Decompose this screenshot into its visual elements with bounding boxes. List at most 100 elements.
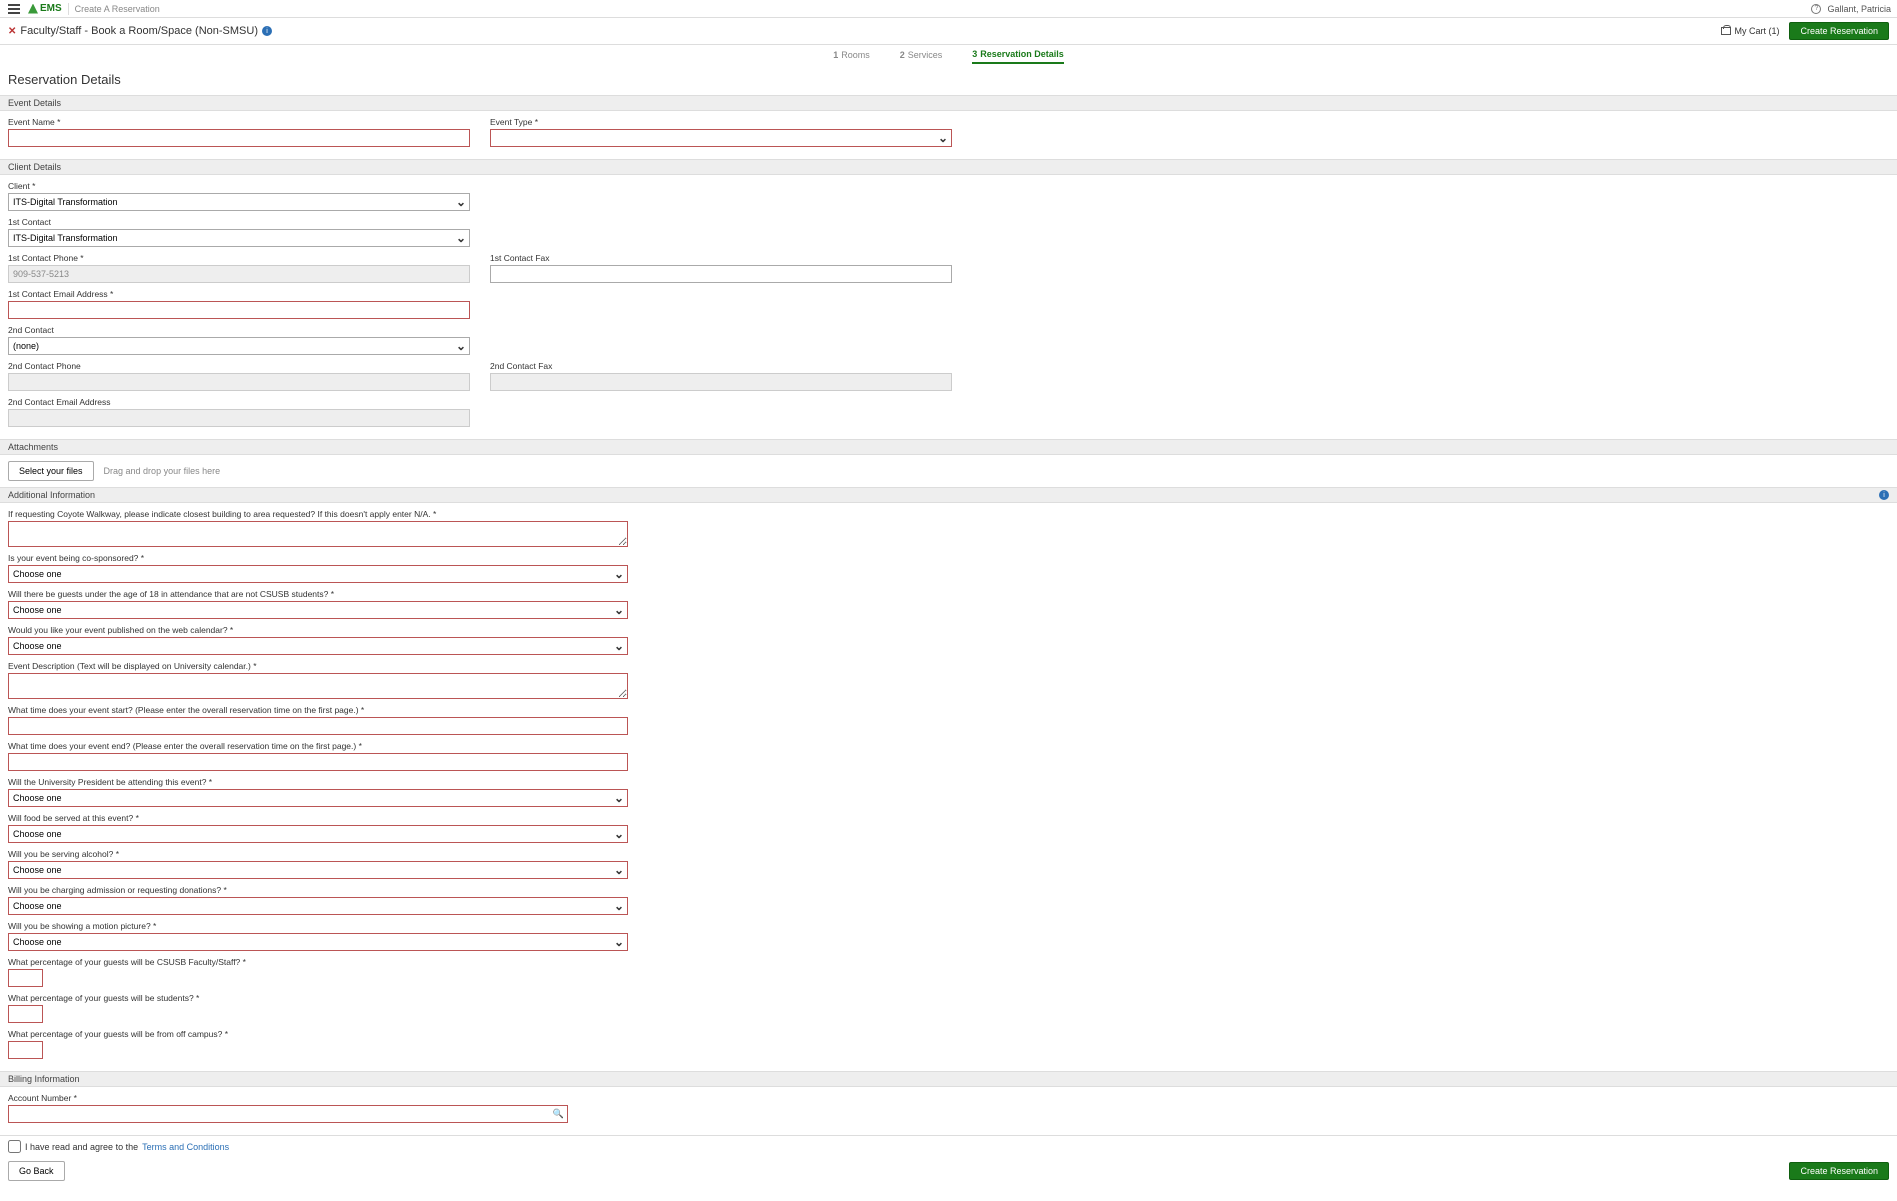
section-event-details-label: Event Details	[8, 98, 61, 108]
tab-rooms-num: 1	[833, 50, 838, 60]
alcohol-select[interactable]: Choose one	[8, 861, 628, 879]
end-time-label: What time does your event end? (Please e…	[8, 741, 628, 751]
event-type-select[interactable]	[490, 129, 952, 147]
terms-link[interactable]: Terms and Conditions	[142, 1142, 229, 1152]
topbar-left: EMS Create A Reservation	[6, 2, 160, 16]
first-contact-select[interactable]: ITS-Digital Transformation	[8, 229, 470, 247]
page-title: Reservation Details	[0, 64, 1897, 95]
app-name: EMS	[40, 3, 62, 14]
tab-services[interactable]: 2 Services	[900, 49, 943, 64]
section-attachments: Attachments	[0, 439, 1897, 455]
pct-offcampus-label: What percentage of your guests will be f…	[8, 1029, 228, 1039]
alcohol-label: Will you be serving alcohol? *	[8, 849, 628, 859]
section-billing-info-label: Billing Information	[8, 1074, 80, 1084]
pct-students-input[interactable]	[8, 1005, 43, 1023]
template-right: My Cart (1) Create Reservation	[1721, 22, 1889, 40]
event-type-label: Event Type *	[490, 117, 952, 127]
end-time-input[interactable]	[8, 753, 628, 771]
hamburger-menu-icon[interactable]	[6, 2, 22, 16]
my-cart[interactable]: My Cart (1)	[1721, 26, 1779, 36]
tab-reservation-details[interactable]: 3 Reservation Details	[972, 49, 1064, 64]
first-contact-phone-label: 1st Contact Phone *	[8, 253, 470, 263]
divider	[68, 3, 69, 15]
client-details-body: Client * ITS-Digital Transformation ⌄ 1s…	[0, 175, 1897, 439]
user-name[interactable]: Gallant, Patricia	[1827, 4, 1891, 14]
motion-picture-label: Will you be showing a motion picture? *	[8, 921, 628, 931]
president-select[interactable]: Choose one	[8, 789, 628, 807]
section-client-details: Client Details	[0, 159, 1897, 175]
section-billing-info: Billing Information	[0, 1071, 1897, 1087]
additional-info-body: If requesting Coyote Walkway, please ind…	[0, 503, 1897, 1071]
pct-facstaff-input[interactable]	[8, 969, 43, 987]
drag-drop-hint: Drag and drop your files here	[104, 466, 221, 476]
co-sponsored-select[interactable]: Choose one	[8, 565, 628, 583]
close-icon[interactable]: ✕	[8, 26, 16, 37]
motion-picture-select[interactable]: Choose one	[8, 933, 628, 951]
section-additional-info-label: Additional Information	[8, 490, 95, 500]
account-number-label: Account Number *	[8, 1093, 568, 1103]
second-contact-select[interactable]: (none)	[8, 337, 470, 355]
info-icon[interactable]: i	[1879, 490, 1889, 500]
food-label: Will food be served at this event? *	[8, 813, 628, 823]
second-contact-email-label: 2nd Contact Email Address	[8, 397, 470, 407]
start-time-input[interactable]	[8, 717, 628, 735]
billing-info-body: Account Number * 🔍	[0, 1087, 1897, 1135]
second-contact-label: 2nd Contact	[8, 325, 470, 335]
select-files-button[interactable]: Select your files	[8, 461, 94, 481]
app-logo[interactable]: EMS	[28, 3, 62, 14]
admission-label: Will you be charging admission or reques…	[8, 885, 628, 895]
first-contact-fax-input[interactable]	[490, 265, 952, 283]
create-reservation-button-top[interactable]: Create Reservation	[1789, 22, 1889, 40]
tab-details-num: 3	[972, 49, 977, 59]
logo-icon	[28, 4, 38, 14]
client-select[interactable]: ITS-Digital Transformation	[8, 193, 470, 211]
second-contact-fax-label: 2nd Contact Fax	[490, 361, 952, 371]
second-contact-fax-input	[490, 373, 952, 391]
first-contact-phone-input	[8, 265, 470, 283]
under18-select[interactable]: Choose one	[8, 601, 628, 619]
under18-label: Will there be guests under the age of 18…	[8, 589, 628, 599]
coyote-walkway-input[interactable]	[8, 521, 628, 547]
event-name-label: Event Name *	[8, 117, 470, 127]
tab-services-label: Services	[908, 50, 943, 60]
template-row: ✕ Faculty/Staff - Book a Room/Space (Non…	[0, 18, 1897, 45]
first-contact-email-input[interactable]	[8, 301, 470, 319]
tab-services-num: 2	[900, 50, 905, 60]
go-back-button[interactable]: Go Back	[8, 1161, 65, 1181]
template-left: ✕ Faculty/Staff - Book a Room/Space (Non…	[8, 25, 272, 37]
template-title: Faculty/Staff - Book a Room/Space (Non-S…	[20, 25, 258, 37]
attachments-body: Select your files Drag and drop your fil…	[0, 455, 1897, 487]
help-icon[interactable]: ?	[1811, 4, 1821, 14]
event-name-input[interactable]	[8, 129, 470, 147]
event-description-label: Event Description (Text will be displaye…	[8, 661, 628, 671]
president-label: Will the University President be attendi…	[8, 777, 628, 787]
info-icon[interactable]: i	[262, 26, 272, 36]
food-select[interactable]: Choose one	[8, 825, 628, 843]
terms-checkbox[interactable]	[8, 1140, 21, 1153]
first-contact-email-label: 1st Contact Email Address *	[8, 289, 470, 299]
publish-select[interactable]: Choose one	[8, 637, 628, 655]
topbar-right: ? Gallant, Patricia	[1811, 4, 1891, 14]
section-additional-info: Additional Information i	[0, 487, 1897, 503]
terms-row: I have read and agree to the Terms and C…	[0, 1135, 1897, 1157]
footer-row: Go Back Create Reservation	[0, 1157, 1897, 1201]
first-contact-fax-label: 1st Contact Fax	[490, 253, 952, 263]
co-sponsored-label: Is your event being co-sponsored? *	[8, 553, 628, 563]
search-icon[interactable]: 🔍	[553, 1109, 564, 1120]
admission-select[interactable]: Choose one	[8, 897, 628, 915]
section-attachments-label: Attachments	[8, 442, 58, 452]
section-event-details: Event Details	[0, 95, 1897, 111]
first-contact-label: 1st Contact	[8, 217, 470, 227]
event-description-input[interactable]	[8, 673, 628, 699]
coyote-walkway-label: If requesting Coyote Walkway, please ind…	[8, 509, 628, 519]
tab-rooms-label: Rooms	[841, 50, 870, 60]
client-label: Client *	[8, 181, 470, 191]
create-reservation-button-bottom[interactable]: Create Reservation	[1789, 1162, 1889, 1180]
publish-label: Would you like your event published on t…	[8, 625, 628, 635]
account-number-input[interactable]	[8, 1105, 568, 1123]
pct-offcampus-input[interactable]	[8, 1041, 43, 1059]
second-contact-phone-input	[8, 373, 470, 391]
tab-rooms[interactable]: 1 Rooms	[833, 49, 870, 64]
section-client-details-label: Client Details	[8, 162, 61, 172]
tab-details-label: Reservation Details	[980, 49, 1064, 59]
